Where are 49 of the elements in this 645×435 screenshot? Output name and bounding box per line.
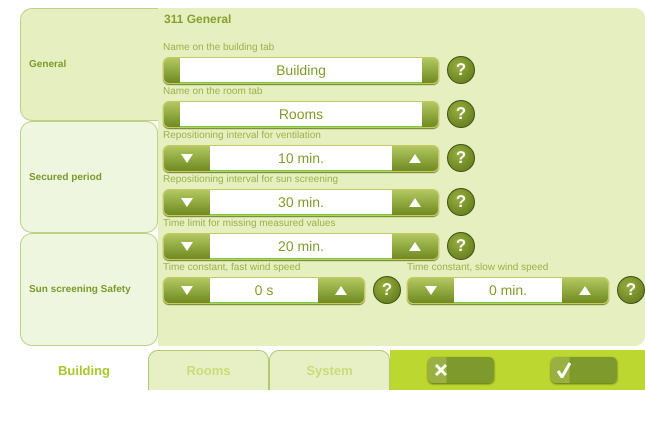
field-label: Repositioning interval for sun screening [163,174,340,186]
help-button[interactable]: ? [447,144,475,172]
section-tab[interactable]: Secured period [20,120,158,234]
decrease-button[interactable] [408,278,454,302]
spinner-field[interactable]: 0 min. [407,276,609,304]
cancel-button[interactable] [428,357,494,383]
help-button[interactable]: ? [447,188,475,216]
decrease-button[interactable] [164,234,210,258]
spinner-field[interactable]: 10 min. [163,144,439,172]
increase-button[interactable] [318,278,364,302]
increase-button[interactable] [392,234,438,258]
up-arrow-icon [408,196,422,208]
confirm-button[interactable] [550,357,617,383]
up-arrow-icon [408,240,422,252]
spinner-field[interactable]: 0 s [163,276,365,304]
up-arrow-icon [334,284,348,296]
decrease-button[interactable] [164,278,210,302]
help-button[interactable]: ? [447,232,475,260]
up-arrow-icon [578,284,592,296]
up-arrow-icon [408,152,422,164]
down-arrow-icon [424,284,438,296]
help-button[interactable]: ? [447,56,475,84]
spinner-field[interactable]: 20 min. [163,232,439,260]
panel-title: 311 General [163,12,232,28]
section-tab[interactable]: Sun screening Safety [20,233,158,346]
help-button[interactable]: ? [447,100,475,128]
field-label: Time constant, slow wind speed [407,262,550,274]
decrease-button[interactable] [164,146,210,170]
check-icon [556,362,571,378]
field-label: Name on the building tab [163,42,276,54]
increase-button[interactable] [392,190,438,214]
help-button[interactable]: ? [617,276,645,304]
help-button[interactable]: ? [373,276,401,304]
decrease-button[interactable] [164,190,210,214]
increase-button[interactable] [392,146,438,170]
close-icon [434,363,448,377]
field-label: Time constant, fast wind speed [163,262,302,274]
field-label: Time limit for missing measured values [163,218,336,230]
down-arrow-icon [180,196,194,208]
section-tab[interactable]: General [20,8,158,121]
text-field[interactable]: Rooms [163,100,439,128]
text-field[interactable]: Building [163,56,439,84]
down-arrow-icon [180,152,194,164]
down-arrow-icon [180,240,194,252]
field-label: Name on the room tab [163,86,264,98]
field-label: Repositioning interval for ventilation [163,130,322,142]
increase-button[interactable] [562,278,608,302]
spinner-field[interactable]: 30 min. [163,188,439,216]
down-arrow-icon [180,284,194,296]
